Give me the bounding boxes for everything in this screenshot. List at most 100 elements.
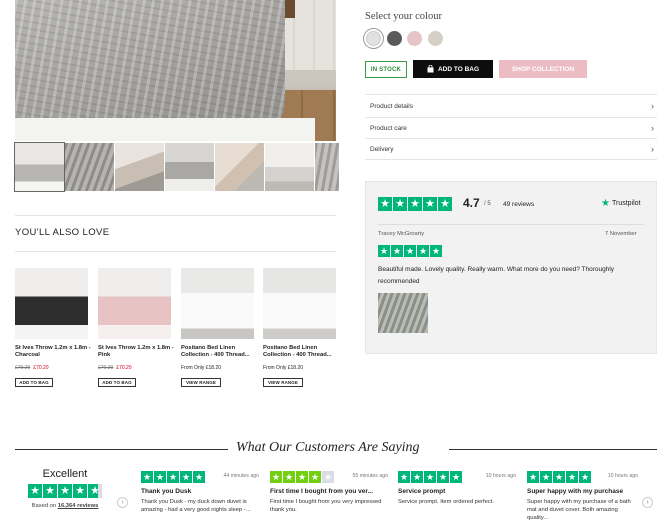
star-icon: ★ bbox=[296, 471, 308, 483]
hero-white-sheet bbox=[15, 118, 315, 141]
review-title: Super happy with my purchase bbox=[527, 488, 624, 495]
star-icon: ★ bbox=[540, 471, 552, 483]
product-main-image[interactable] bbox=[15, 0, 336, 141]
star-icon: ★ bbox=[88, 484, 102, 498]
thumbnail-strip bbox=[14, 142, 339, 192]
review-time: 44 minutes ago bbox=[223, 473, 259, 479]
accordion-product-details[interactable]: Product details › bbox=[365, 95, 657, 117]
accordion-label: Delivery bbox=[370, 145, 394, 153]
thumbnail-7[interactable] bbox=[315, 143, 339, 191]
summary-stars: ★ ★ ★ ★ ★ bbox=[22, 484, 108, 498]
review-title: First time I bought from you ver... bbox=[270, 488, 373, 495]
product-from-price: From Only £18.20 bbox=[263, 365, 304, 371]
shop-collection-button[interactable]: SHOP COLLECTION bbox=[499, 60, 587, 78]
star-icon: ★ bbox=[391, 245, 403, 257]
view-range-button[interactable]: VIEW RANGE bbox=[263, 378, 303, 387]
carousel-prev-button[interactable]: ‹ bbox=[117, 497, 128, 508]
accordion-label: Product details bbox=[370, 102, 413, 110]
review-photo[interactable] bbox=[378, 293, 428, 333]
thumbnail-4[interactable] bbox=[165, 143, 214, 191]
add-to-bag-button[interactable]: ADD TO BAG bbox=[98, 378, 136, 387]
sale-price: £70.20 bbox=[33, 365, 49, 371]
swatch-stone[interactable] bbox=[428, 31, 443, 46]
swatch-charcoal[interactable] bbox=[387, 31, 402, 46]
review-date: 7 November bbox=[605, 231, 637, 237]
star-icon: ★ bbox=[566, 471, 578, 483]
review-card-3[interactable]: ★ ★ ★ ★ ★ 10 hours ago Service prompt Se… bbox=[398, 471, 516, 506]
bag-icon bbox=[427, 65, 434, 73]
thumbnail-5[interactable] bbox=[215, 143, 264, 191]
star-icon: ★ bbox=[430, 245, 442, 257]
based-on-prefix: Based on bbox=[31, 503, 57, 509]
product-from-price: From Only £18.20 bbox=[181, 365, 222, 371]
thumbnail-3[interactable] bbox=[115, 143, 164, 191]
product-card-3[interactable]: Positano Bed Linen Collection - 400 Thre… bbox=[181, 268, 259, 387]
thumbnail-6[interactable] bbox=[265, 143, 314, 191]
star-icon: ★ bbox=[193, 471, 205, 483]
trustpilot-star-icon: ★ bbox=[601, 198, 610, 209]
thumbnail-1[interactable] bbox=[14, 142, 65, 192]
customers-heading: What Our Customers Are Saying bbox=[236, 440, 420, 455]
swatch-pink[interactable] bbox=[407, 31, 422, 46]
star-icon: ★ bbox=[322, 471, 334, 483]
star-icon: ★ bbox=[167, 471, 179, 483]
trustpilot-widget: ★ ★ ★ ★ ★ 4.7 / 5 49 reviews ★ Trustpilo… bbox=[365, 181, 657, 354]
add-to-bag-button[interactable]: ADD TO BAG bbox=[413, 60, 493, 78]
star-icon: ★ bbox=[180, 471, 192, 483]
product-image[interactable] bbox=[98, 268, 171, 339]
add-to-bag-button[interactable]: ADD TO BAG bbox=[15, 378, 53, 387]
product-image[interactable] bbox=[181, 268, 254, 339]
trustpilot-out-of: / 5 bbox=[484, 201, 491, 207]
accordion-product-care[interactable]: Product care › bbox=[365, 117, 657, 139]
was-price: £79.20 bbox=[15, 365, 31, 371]
star-icon: ★ bbox=[408, 197, 422, 211]
reviewer-name: Tracey McGroarty bbox=[378, 231, 425, 237]
product-card-2[interactable]: St Ives Throw 1.2m x 1.8m - Pink £79.20 £… bbox=[98, 268, 176, 387]
trustpilot-logo[interactable]: ★ Trustpilot bbox=[601, 198, 641, 209]
star-icon: ★ bbox=[527, 471, 539, 483]
divider bbox=[378, 224, 644, 225]
product-name[interactable]: Positano Bed Linen Collection - 400 Thre… bbox=[181, 345, 259, 359]
product-name[interactable]: St Ives Throw 1.2m x 1.8m - Charcoal bbox=[15, 345, 93, 359]
review-text: Super happy with my purchase of a bath m… bbox=[527, 499, 631, 521]
review-text: Beautiful made. Lovely quality. Really w… bbox=[378, 266, 615, 285]
product-price: £79.20 £70.20 bbox=[15, 365, 93, 371]
swatch-light-grey[interactable] bbox=[366, 31, 381, 46]
review-text: Thank you Dusk - my duck down duvet is a… bbox=[141, 499, 251, 513]
star-icon: ★ bbox=[141, 471, 153, 483]
review-card-4[interactable]: ★ ★ ★ ★ ★ 10 hours ago Super happy with … bbox=[527, 471, 638, 522]
star-icon: ★ bbox=[437, 471, 449, 483]
accordion-delivery[interactable]: Delivery › bbox=[365, 138, 657, 160]
star-icon: ★ bbox=[28, 484, 42, 498]
review-card-2[interactable]: ★ ★ ★ ★ ★ 55 minutes ago First time I bo… bbox=[270, 471, 388, 514]
based-on: Based on 16,364 reviews bbox=[22, 503, 108, 509]
review-time: 55 minutes ago bbox=[352, 473, 388, 479]
thumbnail-2[interactable] bbox=[65, 143, 114, 191]
star-icon: ★ bbox=[393, 197, 407, 211]
chevron-right-icon: › bbox=[651, 101, 654, 111]
star-icon: ★ bbox=[378, 197, 392, 211]
star-icon: ★ bbox=[424, 471, 436, 483]
trustpilot-review-count[interactable]: 49 reviews bbox=[503, 201, 534, 208]
in-stock-badge: IN STOCK bbox=[365, 61, 407, 78]
review-card-1[interactable]: ★ ★ ★ ★ ★ 44 minutes ago Thank you Dusk … bbox=[141, 471, 259, 514]
view-range-button[interactable]: VIEW RANGE bbox=[181, 378, 221, 387]
star-icon: ★ bbox=[450, 471, 462, 483]
product-card-4[interactable]: Positano Bed Linen Collection - 400 Thre… bbox=[263, 268, 341, 387]
review-text: First time I bought from you very impres… bbox=[270, 499, 382, 513]
trustpilot-score: 4.7 bbox=[463, 196, 480, 210]
product-image[interactable] bbox=[263, 268, 336, 339]
product-name[interactable]: St Ives Throw 1.2m x 1.8m - Pink bbox=[98, 345, 176, 359]
divider bbox=[15, 251, 336, 252]
carousel-next-button[interactable]: › bbox=[642, 497, 653, 508]
star-icon: ★ bbox=[58, 484, 72, 498]
star-icon: ★ bbox=[438, 197, 452, 211]
product-name[interactable]: Positano Bed Linen Collection - 400 Thre… bbox=[263, 345, 341, 359]
based-on-link[interactable]: 16,364 reviews bbox=[58, 503, 99, 509]
product-image[interactable] bbox=[15, 268, 88, 339]
trustpilot-brand: Trustpilot bbox=[611, 200, 641, 207]
accordion-label: Product care bbox=[370, 124, 407, 132]
review-title: Thank you Dusk bbox=[141, 488, 192, 495]
star-icon: ★ bbox=[423, 197, 437, 211]
product-card-1[interactable]: St Ives Throw 1.2m x 1.8m - Charcoal £79… bbox=[15, 268, 93, 387]
